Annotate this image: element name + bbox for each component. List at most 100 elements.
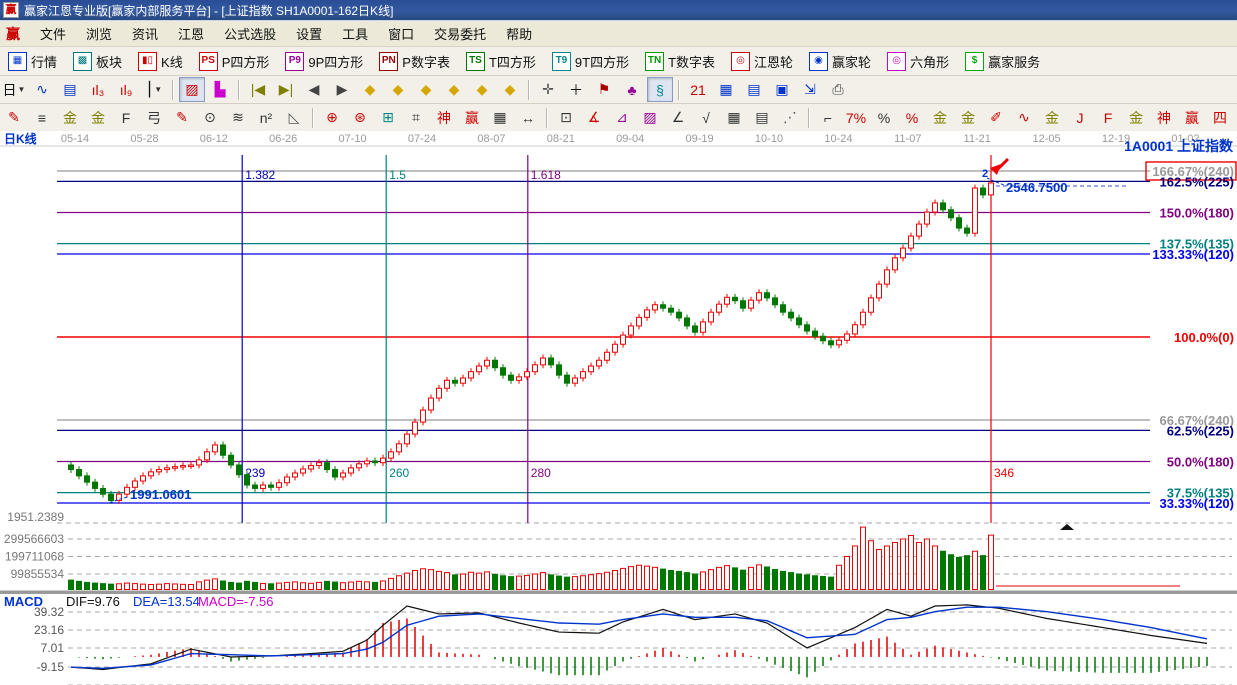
four-angle-icon[interactable]: 四 (1207, 105, 1233, 130)
candle-width-dropdown[interactable]: ⎮▼ (141, 77, 167, 102)
print-icon[interactable]: ⎙ (825, 77, 851, 102)
menu-item-4[interactable]: 公式选股 (214, 21, 286, 46)
gold-fan1-icon[interactable]: 金 (57, 105, 83, 130)
bars-9-icon[interactable]: ıl₉ (113, 77, 139, 102)
volume-bar (357, 581, 362, 589)
volume-bar (437, 571, 442, 589)
check-line-icon[interactable]: √ (693, 105, 719, 130)
calculator-icon[interactable]: ▦ (713, 77, 739, 102)
calendar-icon[interactable]: 21 (685, 77, 711, 102)
slash-lines-icon[interactable]: ⋰ (777, 105, 803, 130)
menu-item-3[interactable]: 江恩 (168, 21, 214, 46)
bow-tool-icon[interactable]: 弓 (141, 105, 167, 130)
t-square-button[interactable]: TST四方形 (459, 49, 543, 74)
prev-bar-icon[interactable]: ◀ (301, 77, 327, 102)
scroll-left-icon[interactable]: ◆ (357, 77, 383, 102)
line-grid-icon[interactable]: ▤ (749, 105, 775, 130)
win-angle-icon[interactable]: 赢 (1179, 105, 1205, 130)
tree-tool-icon[interactable]: ♣ (619, 77, 645, 102)
square-target-icon[interactable]: ⊞ (375, 105, 401, 130)
f-angle-icon[interactable]: F (1095, 105, 1121, 130)
zoom-out-v-icon[interactable]: ◆ (469, 77, 495, 102)
last-bar-icon[interactable]: ▶| (273, 77, 299, 102)
kline-button[interactable]: ▮▯K线 (131, 49, 190, 74)
box-select-icon[interactable]: ⊡ (553, 105, 579, 130)
quotes-button[interactable]: ▦行情 (1, 49, 64, 74)
menu-item-2[interactable]: 资讯 (122, 21, 168, 46)
gold-grid-icon[interactable]: 金 (1039, 105, 1065, 130)
bars-3-icon[interactable]: ıl₃ (85, 77, 111, 102)
wave-tool-icon[interactable]: ∿ (1011, 105, 1037, 130)
step-chart-icon[interactable]: ⌐ (815, 105, 841, 130)
percent-icon[interactable]: % (871, 105, 897, 130)
zoom-out-h-icon[interactable]: ◆ (413, 77, 439, 102)
percent-line-icon[interactable]: % (899, 105, 925, 130)
percent7-icon[interactable]: 7% (843, 105, 869, 130)
red-fan-icon[interactable]: ∡ (581, 105, 607, 130)
ruler-123-icon[interactable]: ▦ (487, 105, 513, 130)
pattern-tool-icon[interactable]: ▨ (179, 77, 205, 102)
trend-chart-icon[interactable]: ∿ (29, 77, 55, 102)
menu-item-9[interactable]: 帮助 (496, 21, 542, 46)
fan-box-icon[interactable]: ⊿ (609, 105, 635, 130)
red-pen-icon[interactable]: ✎ (169, 105, 195, 130)
t-digit-table-button[interactable]: TNT数字表 (638, 49, 722, 74)
gann-wheel-button[interactable]: ◎江恩轮 (724, 49, 800, 74)
dense-lines-icon[interactable]: ≋ (225, 105, 251, 130)
spoke-wheel-icon[interactable]: ⊛ (347, 105, 373, 130)
sectors-button[interactable]: ▩板块 (66, 49, 129, 74)
menu-item-0[interactable]: 文件 (30, 21, 76, 46)
kline-period-dropdown[interactable]: 日▼ (1, 77, 27, 102)
kline-mark-icon[interactable]: ⌗ (403, 105, 429, 130)
set-square-icon[interactable]: ◺ (281, 105, 307, 130)
export-icon[interactable]: ⇲ (797, 77, 823, 102)
j-angle-icon[interactable]: J (1067, 105, 1093, 130)
f-lines-icon[interactable]: F (113, 105, 139, 130)
menu-item-1[interactable]: 浏览 (76, 21, 122, 46)
gold-fan2-icon[interactable]: 金 (85, 105, 111, 130)
macd-dif-value: DIF=9.76 (66, 594, 120, 609)
angle-line-icon[interactable]: ∠ (665, 105, 691, 130)
compass-icon[interactable]: ⊙ (197, 105, 223, 130)
color-histogram-icon[interactable]: ▙ (207, 77, 233, 102)
crosshair-icon[interactable]: ＋ (563, 77, 589, 102)
menu-item-8[interactable]: 交易委托 (424, 21, 496, 46)
god-lines-icon[interactable]: 神 (431, 105, 457, 130)
zoom-in-v-icon[interactable]: ◆ (497, 77, 523, 102)
gold-circle-icon[interactable]: 金 (927, 105, 953, 130)
p9-square-button[interactable]: P99P四方形 (278, 49, 370, 74)
chart-canvas[interactable]: 05-1405-2806-1206-2607-1007-2408-0708-21… (0, 131, 1237, 685)
winner-wheel-button[interactable]: ◉赢家轮 (802, 49, 878, 74)
zoom-in-h-icon[interactable]: ◆ (441, 77, 467, 102)
t9-square-button[interactable]: T99T四方形 (545, 49, 636, 74)
gann-grid-icon[interactable]: ≡ (29, 105, 55, 130)
scroll-right-icon[interactable]: ◆ (385, 77, 411, 102)
p-square-button[interactable]: PSP四方形 (192, 49, 277, 74)
volume-bar (165, 584, 170, 590)
fan-box2-icon[interactable]: ▨ (637, 105, 663, 130)
gold-line-icon[interactable]: 金 (955, 105, 981, 130)
winner-service-button[interactable]: $赢家服务 (958, 49, 1047, 74)
gold-angle-icon[interactable]: 金 (1123, 105, 1149, 130)
god-angle-icon[interactable]: 神 (1151, 105, 1177, 130)
report-doc-icon[interactable]: ▤ (57, 77, 83, 102)
span-arrows-icon[interactable]: ↔ (515, 105, 541, 130)
ink-candle-icon[interactable]: ✐ (983, 105, 1009, 130)
notes-icon[interactable]: ▤ (741, 77, 767, 102)
win-lines-icon[interactable]: 赢 (459, 105, 485, 130)
flag-pointer-icon[interactable]: ⚑ (591, 77, 617, 102)
target-circle-icon[interactable]: ⊕ (319, 105, 345, 130)
n2-tool-icon[interactable]: n² (253, 105, 279, 130)
next-bar-icon[interactable]: ▶ (329, 77, 355, 102)
brush-tool-icon[interactable]: ✎ (1, 105, 27, 130)
drag-hand-icon[interactable]: ✛ (535, 77, 561, 102)
hexagon-button[interactable]: ◎六角形 (880, 49, 956, 74)
brain-tool-icon[interactable]: § (647, 77, 673, 102)
menu-item-6[interactable]: 工具 (332, 21, 378, 46)
p-digit-table-button[interactable]: PNP数字表 (372, 49, 457, 74)
menu-item-5[interactable]: 设置 (286, 21, 332, 46)
save-icon[interactable]: ▣ (769, 77, 795, 102)
solid-grid-icon[interactable]: ▦ (721, 105, 747, 130)
first-bar-icon[interactable]: |◀ (245, 77, 271, 102)
menu-item-7[interactable]: 窗口 (378, 21, 424, 46)
